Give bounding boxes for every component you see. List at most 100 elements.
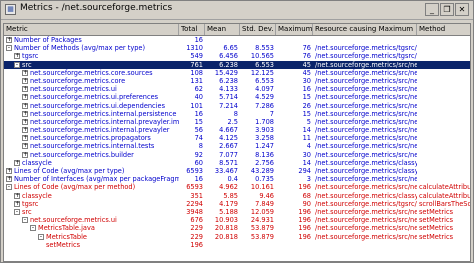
column-header-mean[interactable]: Mean [205, 24, 240, 35]
resource-cell [313, 36, 417, 44]
resource-cell: /net.sourceforge.metrics/src/net/sourcef… [315, 76, 417, 85]
table-row[interactable]: + net.sourceforge.metrics.internal.tests 8… [4, 142, 470, 150]
column-header-resource[interactable]: Resource causing Maximum [313, 24, 417, 35]
method-cell [417, 52, 470, 60]
method-cell [417, 36, 470, 44]
column-header-std-dev[interactable]: Std. Dev. [240, 24, 276, 35]
table-row[interactable]: + Number of Packages 16 [4, 36, 470, 44]
expand-icon[interactable]: + [22, 127, 28, 134]
collapse-icon[interactable]: - [6, 45, 12, 52]
total-cell: 60 [194, 158, 203, 167]
total-cell: 131 [190, 76, 203, 85]
table-row[interactable]: + tgsrc 2294 4.179 7.849 90/net.sourceforge.m… [4, 200, 470, 208]
collapse-icon[interactable]: - [14, 208, 20, 215]
expand-icon[interactable]: + [14, 159, 20, 166]
mean-cell: 15.429 [214, 68, 238, 77]
expand-icon[interactable]: + [22, 118, 28, 125]
resource-cell: /net.sourceforge.metrics/tgsrc/com/touch… [315, 52, 417, 61]
total-cell: 16 [194, 175, 203, 184]
table-row[interactable]: - Number of Methods (avg/max per type) 131… [4, 44, 470, 52]
std-dev-cell: 7 [269, 109, 274, 118]
table-row[interactable]: + Number of Interfaces (avg/max per packa… [4, 175, 470, 183]
table-row[interactable]: + net.sourceforge.metrics.internal.prevay… [4, 126, 470, 134]
column-header-metric[interactable]: Metric [4, 24, 179, 35]
maximum-cell: 196 [298, 216, 311, 225]
method-cell [417, 85, 470, 93]
table-row[interactable]: + classycle 351 5.85 9.46 68/net.sourceforge.… [4, 192, 470, 200]
table-row[interactable]: - MetricsTable.java 229 20.818 53.879 196/net… [4, 224, 470, 232]
mean-cell: 4.125 [219, 134, 238, 143]
expand-icon[interactable]: + [22, 94, 28, 101]
mean-cell: 6.238 [219, 76, 238, 85]
expand-icon[interactable]: + [14, 200, 20, 207]
table-row[interactable]: - src 3948 5.188 12.059 196/net.sourceforge.m… [4, 208, 470, 216]
metric-name-cell: + net.sourceforge.metrics.builder [4, 151, 179, 159]
expand-icon[interactable]: + [6, 176, 12, 183]
expand-icon[interactable]: + [22, 151, 28, 158]
column-header-total[interactable]: Total [179, 24, 205, 35]
table-row[interactable]: - src 761 6.238 6.553 45/net.sourceforge.metr… [4, 60, 470, 69]
table-row[interactable]: - Lines of Code (avg/max per method) 6593 4… [4, 183, 470, 191]
expand-icon[interactable]: + [6, 168, 12, 174]
table-row[interactable]: + net.sourceforge.metrics.ui.preferences 4… [4, 93, 470, 101]
table-row[interactable]: + classycle 60 8.571 2.756 14/net.sourceforge… [4, 159, 470, 167]
expand-icon[interactable]: + [22, 110, 28, 117]
metric-label: MetricsTable.java [38, 224, 95, 233]
collapse-icon[interactable]: - [38, 233, 44, 240]
metric-label: net.sourceforge.metrics.ui.dependencies [30, 101, 166, 110]
std-dev-cell: 2.756 [255, 158, 274, 167]
resource-cell: /net.sourceforge.metrics/classycle/class… [315, 167, 417, 175]
method-cell [417, 118, 470, 126]
collapse-icon[interactable]: - [30, 225, 36, 232]
expand-icon[interactable]: + [22, 86, 28, 93]
method-cell: setMetrics [419, 232, 454, 241]
table-row[interactable]: + Lines of Code (avg/max per type) 6593 33.… [4, 167, 470, 175]
table-row[interactable]: + tgsrc 549 6.456 10.565 76/net.sourceforge.m… [4, 52, 470, 60]
expand-icon[interactable]: + [22, 69, 28, 76]
table-row[interactable]: + net.sourceforge.metrics.propagators 74 4.… [4, 134, 470, 142]
close-button[interactable]: ✕ [455, 3, 469, 16]
expand-icon[interactable]: + [22, 77, 28, 84]
table-row[interactable]: + net.sourceforge.metrics.core 131 6.238 6.5… [4, 77, 470, 85]
table-row[interactable]: - net.sourceforge.metrics.ui 676 10.903 24.9… [4, 216, 470, 224]
expand-icon[interactable]: + [14, 53, 20, 60]
expand-icon[interactable]: + [22, 143, 28, 150]
metric-name-cell: + net.sourceforge.metrics.internal.prevay… [4, 126, 179, 134]
column-header-maximum[interactable]: Maximum [276, 24, 313, 35]
expand-icon[interactable]: + [14, 192, 20, 199]
table-row[interactable]: + net.sourceforge.metrics.internal.persis… [4, 110, 470, 118]
mean-cell: 7.214 [219, 101, 238, 110]
std-dev-cell: 3.903 [255, 126, 274, 135]
table-row[interactable]: - MetricsTable 229 20.818 53.879 196/net.sour… [4, 233, 470, 241]
metric-name-cell: - src [4, 208, 179, 216]
metric-label: Lines of Code (avg/max per method) [14, 183, 136, 192]
table-row[interactable]: + net.sourceforge.metrics.internal.prevay… [4, 118, 470, 126]
metrics-window: ▦ Metrics - /net.sourceforge.metrics _ ❐… [0, 0, 474, 263]
maximum-cell: 76 [302, 52, 311, 61]
restore-button[interactable]: ❐ [440, 3, 454, 16]
metric-label: tgsrc [22, 52, 39, 61]
method-cell: calculateAttributes [419, 191, 470, 200]
method-cell: setMetrics [419, 224, 454, 233]
table-row[interactable]: + net.sourceforge.metrics.ui 62 4.133 4.097 1… [4, 85, 470, 93]
maximum-cell: 45 [302, 60, 311, 69]
expand-icon[interactable]: + [6, 37, 12, 43]
resource-cell: /net.sourceforge.metrics/src/net/sourcef… [315, 183, 417, 192]
metric-label: src [22, 60, 32, 69]
column-header-method[interactable]: Method [417, 24, 470, 35]
table-row[interactable]: + net.sourceforge.metrics.core.sources 108… [4, 69, 470, 77]
metric-name-cell: + net.sourceforge.metrics.internal.persis… [4, 110, 179, 118]
mean-cell: 4.667 [219, 126, 238, 135]
table-row[interactable]: setMetrics 196 [4, 241, 470, 249]
collapse-icon[interactable]: - [22, 217, 28, 224]
total-cell: 74 [194, 134, 203, 143]
table-row[interactable]: + net.sourceforge.metrics.builder 92 7.077 8… [4, 151, 470, 159]
expand-icon[interactable]: + [22, 102, 28, 109]
metric-name-cell: + Lines of Code (avg/max per type) [4, 167, 179, 175]
collapse-icon[interactable]: - [6, 184, 12, 191]
expand-icon[interactable]: + [22, 135, 28, 142]
metric-name-cell: + net.sourceforge.metrics.core.sources [4, 69, 179, 77]
table-row[interactable]: + net.sourceforge.metrics.ui.dependencies… [4, 102, 470, 110]
collapse-icon[interactable]: - [14, 61, 20, 68]
minimize-button[interactable]: _ [425, 3, 439, 16]
